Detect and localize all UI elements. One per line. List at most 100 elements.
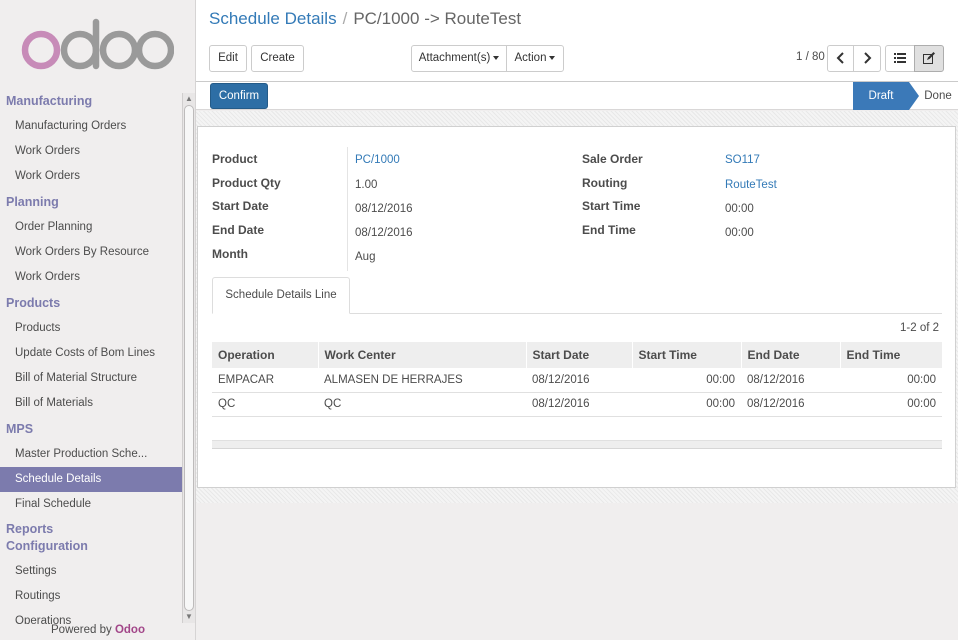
menu-section-configuration[interactable]: Configuration (0, 538, 182, 555)
menu-item-order-planning[interactable]: Order Planning (0, 215, 182, 240)
chevron-right-icon (864, 52, 872, 64)
column-operation[interactable]: Operation (212, 342, 318, 368)
menu-item-work-orders-2[interactable]: Work Orders (0, 164, 182, 189)
end-date-label: End Date (212, 223, 265, 237)
empty-row (212, 416, 942, 441)
form-sheet: Product PC/1000 Product Qty 1.00 Start D… (197, 126, 956, 488)
pager-next-button[interactable] (853, 45, 881, 72)
scroll-up-icon[interactable]: ▲ (183, 93, 195, 104)
cell-operation: EMPACAR (212, 368, 318, 393)
menu-section-products[interactable]: Products (0, 290, 182, 316)
scroll-thumb[interactable] (184, 105, 194, 611)
routing-value[interactable]: RouteTest (725, 179, 777, 191)
pager-value: 1 / 80 (796, 51, 825, 63)
menu-item-bom-structure[interactable]: Bill of Material Structure (0, 366, 182, 391)
start-time-value: 00:00 (725, 203, 754, 215)
caret-down-icon (493, 55, 500, 60)
form-view-button[interactable] (914, 45, 944, 72)
menu-item-work-orders[interactable]: Work Orders (0, 139, 182, 164)
chevron-left-icon (836, 52, 844, 64)
product-qty-label: Product Qty (212, 176, 281, 190)
tab-schedule-details-line[interactable]: Schedule Details Line (212, 277, 350, 314)
routing-label: Routing (582, 176, 628, 190)
menu-item-planning-work-orders[interactable]: Work Orders (0, 265, 182, 290)
end-date-value: 08/12/2016 (355, 227, 413, 239)
main-content: Schedule Details / PC/1000 -> RouteTest Ed… (196, 0, 958, 640)
attachments-label: Attachment(s) (418, 52, 491, 64)
column-work-center[interactable]: Work Center (317, 342, 526, 368)
cell-start-date: 08/12/2016 (526, 368, 632, 393)
odoo-logo[interactable] (20, 16, 174, 72)
table-header-row: Operation Work Center Start Date Start T… (212, 342, 942, 368)
confirm-button[interactable]: Confirm (210, 83, 268, 109)
start-time-label: Start Time (582, 199, 641, 213)
menu-item-schedule-details[interactable]: Schedule Details (0, 467, 182, 492)
create-button[interactable]: Create (251, 45, 304, 72)
cell-end-time: 00:00 (840, 392, 942, 417)
powered-by-brand[interactable]: Odoo (115, 624, 145, 636)
cell-end-date: 08/12/2016 (741, 368, 840, 393)
powered-by: Powered by Odoo (0, 624, 195, 640)
column-start-date[interactable]: Start Date (525, 342, 632, 368)
breadcrumb-parent[interactable]: Schedule Details (209, 9, 337, 28)
edit-form-icon (923, 51, 935, 64)
action-label: Action (514, 52, 547, 64)
cell-work-center: QC (318, 392, 526, 417)
powered-by-prefix: Powered by (51, 624, 112, 636)
cell-start-time: 00:00 (632, 392, 741, 417)
menu-section-planning[interactable]: Planning (0, 189, 182, 215)
table-row[interactable]: EMPACAR ALMASEN DE HERRAJES 08/12/2016 0… (212, 368, 942, 393)
menu-item-bill-of-materials[interactable]: Bill of Materials (0, 391, 182, 416)
menu-section-reports[interactable]: Reports (0, 521, 182, 538)
menu-section-manufacturing[interactable]: Manufacturing (0, 88, 182, 114)
menu-item-settings[interactable]: Settings (0, 559, 182, 584)
product-value[interactable]: PC/1000 (355, 154, 400, 166)
product-label: Product (212, 152, 258, 166)
list-view-button[interactable] (885, 45, 915, 72)
field-divider (347, 147, 348, 271)
pager-previous-button[interactable] (827, 45, 854, 72)
action-dropdown[interactable]: Action (506, 45, 564, 72)
cell-start-date: 08/12/2016 (526, 392, 632, 417)
sale-order-value[interactable]: SO117 (725, 154, 760, 166)
menu-item-final-schedule[interactable]: Final Schedule (0, 492, 182, 517)
cell-operation: QC (212, 392, 318, 417)
column-end-time[interactable]: End Time (839, 342, 942, 368)
menu-item-work-orders-by-resource[interactable]: Work Orders By Resource (0, 240, 182, 265)
sidebar-menu: Manufacturing Manufacturing Orders Work … (0, 88, 182, 634)
menu-item-master-production-schedule[interactable]: Master Production Sche... (0, 442, 182, 467)
stage-draft[interactable]: Draft (853, 82, 909, 110)
stage-done[interactable]: Done (918, 82, 958, 110)
cell-start-time: 00:00 (632, 368, 741, 393)
menu-item-products[interactable]: Products (0, 316, 182, 341)
list-icon (894, 52, 906, 63)
end-time-label: End Time (582, 223, 636, 237)
column-end-date[interactable]: End Date (740, 342, 840, 368)
start-date-value: 08/12/2016 (355, 203, 413, 215)
start-date-label: Start Date (212, 199, 269, 213)
end-time-value: 00:00 (725, 227, 754, 239)
schedule-lines-table: Operation Work Center Start Date Start T… (212, 342, 942, 449)
caret-down-icon (549, 55, 556, 60)
column-start-time[interactable]: Start Time (631, 342, 741, 368)
menu-item-manufacturing-orders[interactable]: Manufacturing Orders (0, 114, 182, 139)
menu-item-routings[interactable]: Routings (0, 584, 182, 609)
table-footer (212, 440, 942, 449)
breadcrumb-current: PC/1000 -> RouteTest (353, 9, 522, 28)
table-row[interactable]: QC QC 08/12/2016 00:00 08/12/2016 00:00 (212, 392, 942, 417)
scroll-down-icon[interactable]: ▼ (183, 611, 195, 622)
cell-work-center: ALMASEN DE HERRAJES (318, 368, 526, 393)
cell-end-date: 08/12/2016 (741, 392, 840, 417)
menu-section-mps[interactable]: MPS (0, 416, 182, 442)
sidebar-scrollbar[interactable]: ▲ ▼ (182, 93, 195, 623)
cell-end-time: 00:00 (840, 368, 942, 393)
statusbar: Confirm Draft Done (196, 82, 958, 110)
attachments-dropdown[interactable]: Attachment(s) (411, 45, 507, 72)
edit-button[interactable]: Edit (209, 45, 247, 72)
sale-order-label: Sale Order (582, 152, 643, 166)
sidebar: Manufacturing Manufacturing Orders Work … (0, 0, 196, 640)
product-qty-value: 1.00 (355, 179, 378, 191)
menu-item-update-costs[interactable]: Update Costs of Bom Lines (0, 341, 182, 366)
control-panel: Schedule Details / PC/1000 -> RouteTest Ed… (196, 0, 958, 82)
breadcrumb-separator: / (342, 9, 348, 28)
